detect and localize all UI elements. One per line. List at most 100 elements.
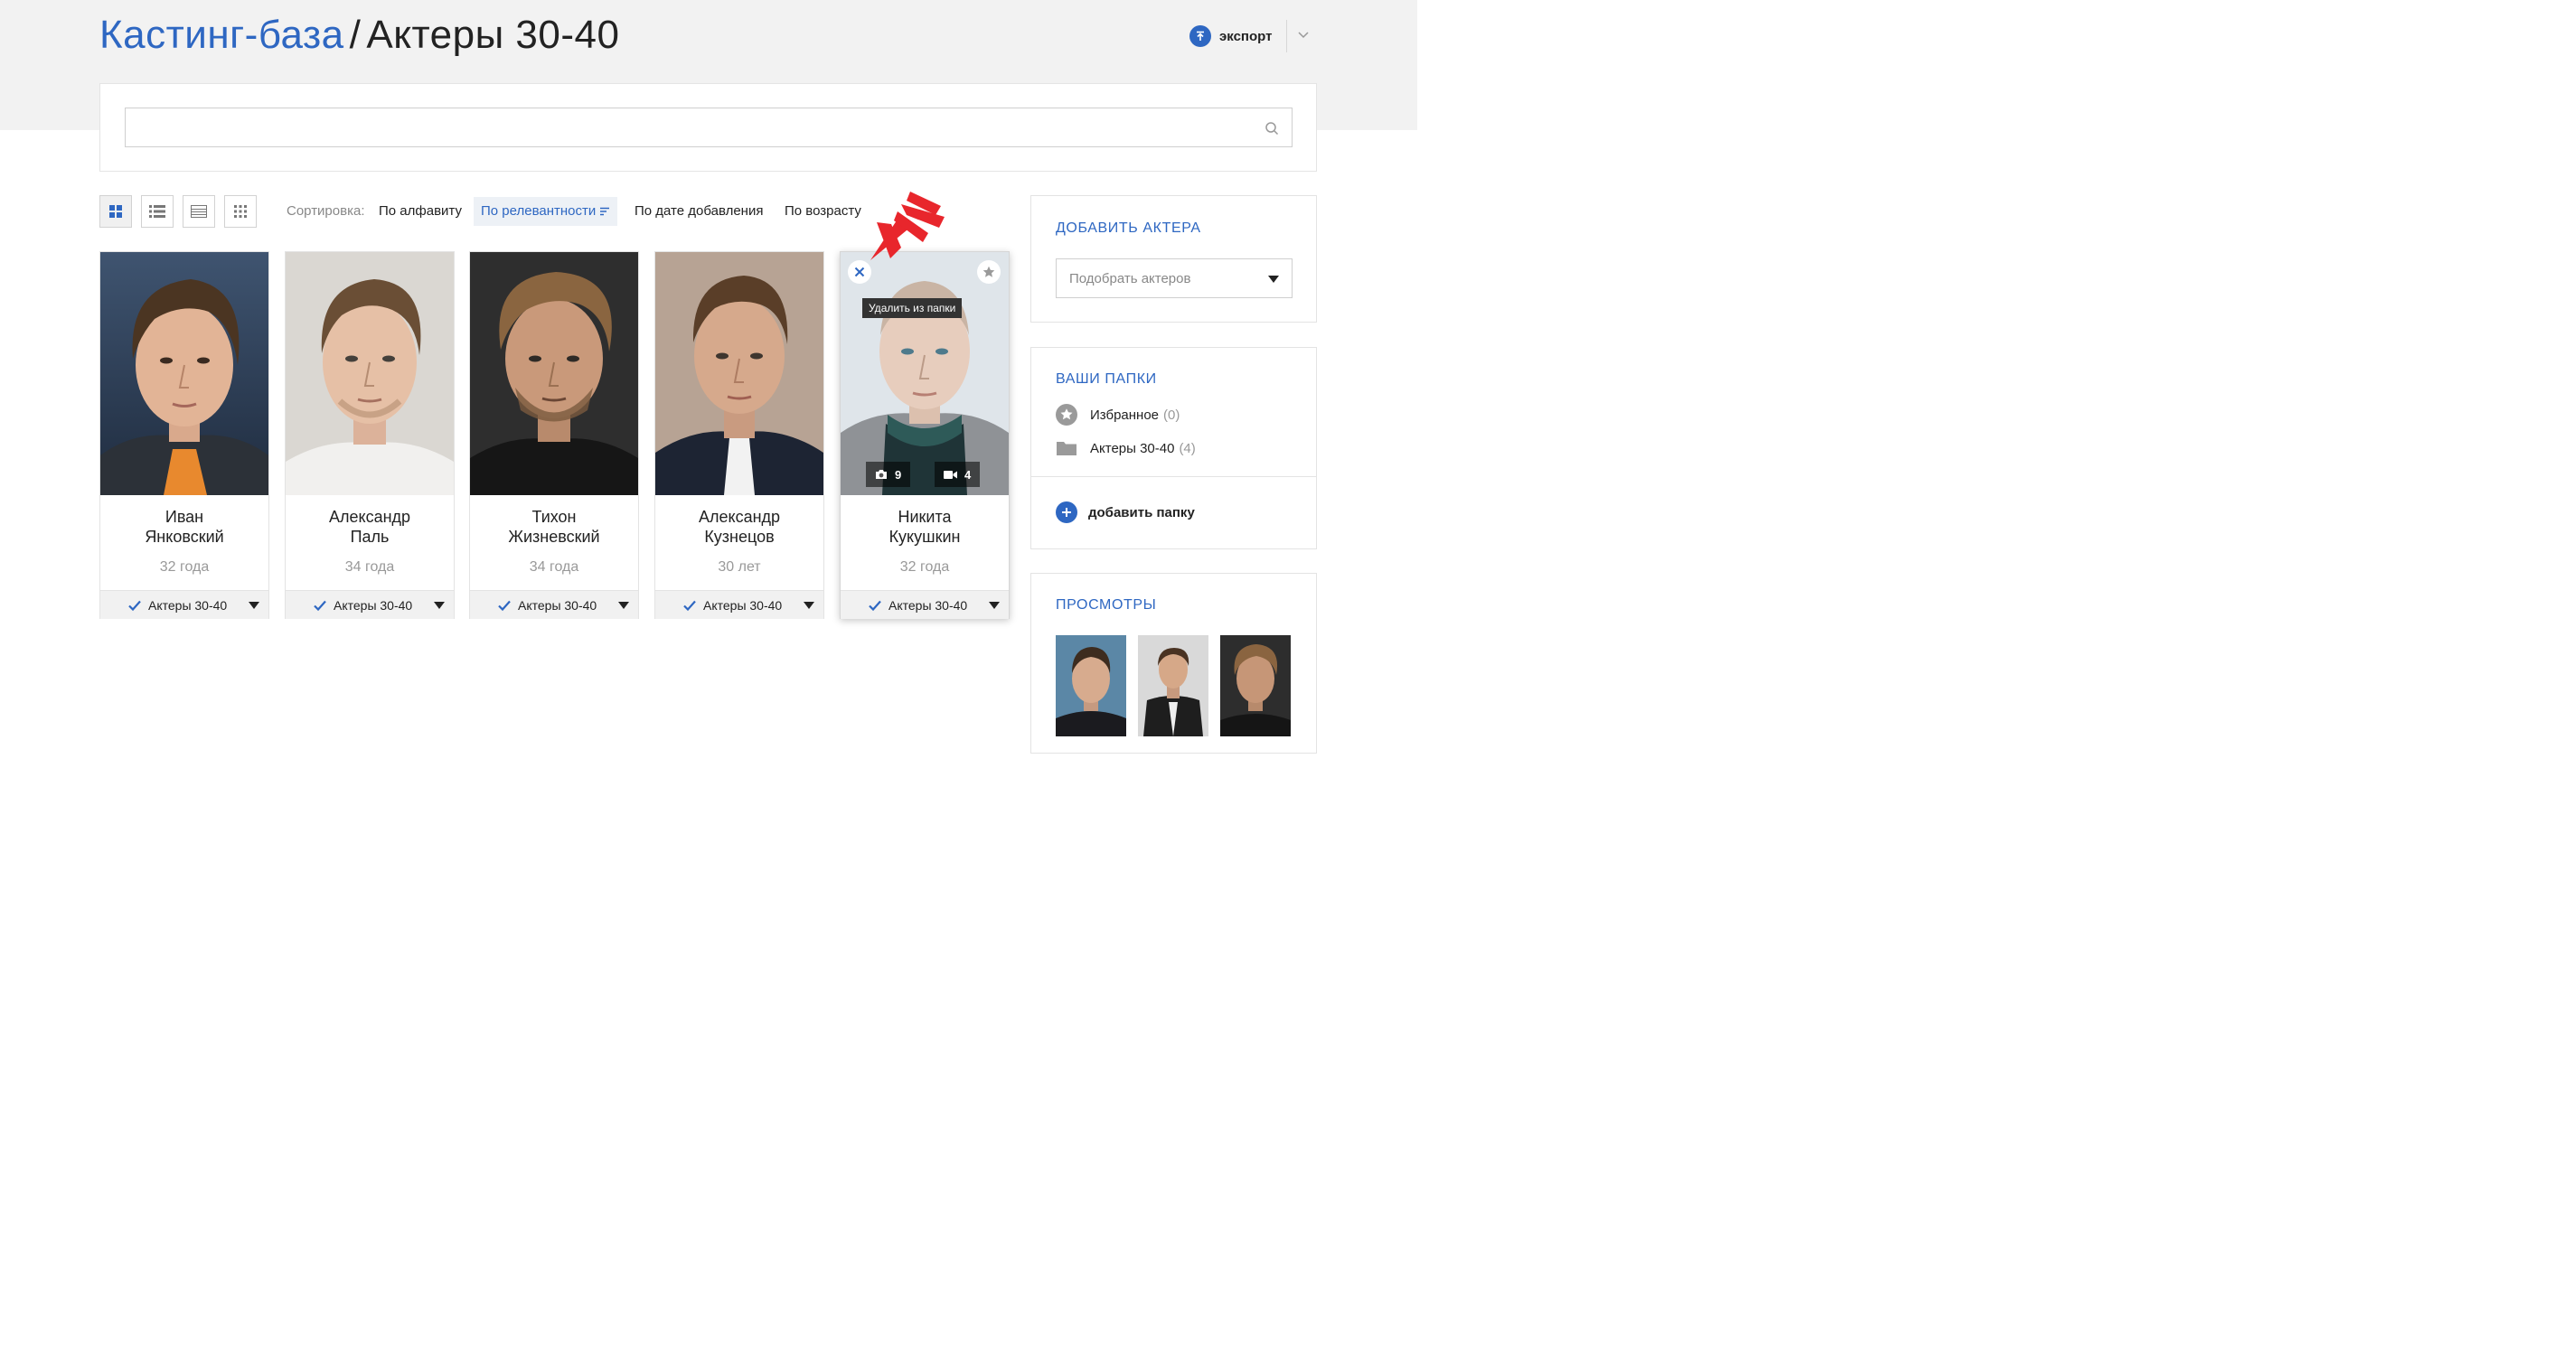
- check-icon: [314, 600, 326, 612]
- folder-select[interactable]: Актеры 30-40: [286, 590, 454, 619]
- viewed-actor-thumbnail[interactable]: [1056, 635, 1126, 736]
- check-icon: [869, 600, 881, 612]
- favorite-button[interactable]: [977, 260, 1001, 284]
- actor-photo[interactable]: [655, 252, 823, 495]
- grid-small-icon: [234, 205, 247, 218]
- export-button[interactable]: экспорт: [1189, 24, 1272, 48]
- add-actor-panel: ДОБАВИТЬ АКТЕРА Подобрать актеров: [1030, 195, 1317, 323]
- sort-relevance[interactable]: По релевантности: [474, 197, 618, 226]
- sort-date-added[interactable]: По дате добавления: [635, 197, 763, 226]
- actor-age: 34 года: [529, 559, 579, 575]
- caret-down-icon: [249, 602, 259, 609]
- check-icon: [498, 600, 511, 612]
- view-table-button[interactable]: [183, 195, 215, 228]
- breadcrumb-separator: /: [349, 13, 362, 57]
- folder-item-favorites[interactable]: Избранное (0): [1056, 403, 1180, 426]
- actor-photo[interactable]: [286, 252, 454, 495]
- caret-down-icon: [618, 602, 629, 609]
- folder-select[interactable]: Актеры 30-40: [655, 590, 823, 619]
- folder-label: Актеры 30-40: [1090, 440, 1175, 456]
- folder-count: (4): [1179, 440, 1196, 456]
- actor-age: 34 года: [344, 559, 395, 575]
- check-icon: [128, 600, 141, 612]
- folder-item-actors-30-40[interactable]: Актеры 30-40 (4): [1056, 436, 1196, 460]
- viewed-actor-thumbnail[interactable]: [1138, 635, 1208, 736]
- folder-count: (0): [1163, 407, 1180, 423]
- caret-down-icon: [1268, 276, 1279, 283]
- plus-icon: [1056, 501, 1077, 523]
- sort-age[interactable]: По возрасту: [785, 197, 861, 226]
- actor-age: 32 года: [159, 559, 210, 575]
- views-title: ПРОСМОТРЫ: [1056, 597, 1157, 613]
- actor-name[interactable]: Александр Паль: [286, 507, 454, 547]
- folder-label: Актеры 30-40: [703, 598, 783, 613]
- breadcrumb-current: Актеры 30-40: [366, 13, 620, 57]
- star-icon: [1056, 404, 1077, 426]
- table-icon: [191, 205, 207, 218]
- pick-actors-value: Подобрать актеров: [1069, 271, 1191, 286]
- folder-label: Актеры 30-40: [334, 598, 413, 613]
- actor-name[interactable]: Иван Янковский: [100, 507, 268, 547]
- caret-down-icon: [434, 602, 445, 609]
- page-title: Кастинг-база / Актеры 30-40: [99, 13, 619, 58]
- actor-card[interactable]: Тихон Жизневский 34 года Актеры 30-40: [469, 251, 639, 619]
- videos-count-badge[interactable]: 4: [935, 462, 981, 487]
- add-folder-label: добавить папку: [1088, 504, 1195, 520]
- caret-down-icon: [989, 602, 1000, 609]
- actor-photo[interactable]: [100, 252, 268, 495]
- breadcrumb-root[interactable]: Кастинг-база: [99, 13, 344, 57]
- list-icon: [149, 205, 165, 218]
- sort-label: Сортировка:: [287, 203, 365, 219]
- divider: [1031, 476, 1316, 477]
- sort-descending-icon: [600, 207, 610, 216]
- folder-select[interactable]: Актеры 30-40: [470, 590, 638, 619]
- photos-count: 9: [895, 467, 902, 482]
- views-panel: ПРОСМОТРЫ: [1030, 573, 1317, 754]
- sort-relevance-label: По релевантности: [481, 203, 597, 219]
- pick-actors-select[interactable]: Подобрать актеров: [1056, 258, 1293, 298]
- close-icon: [854, 267, 865, 277]
- actor-age: 32 года: [899, 559, 950, 575]
- add-folder-button[interactable]: добавить папку: [1056, 501, 1195, 523]
- videos-count: 4: [964, 467, 972, 482]
- actor-card-hovered[interactable]: Удалить из папки 9 4 Никита Кукушкин 32 г…: [840, 251, 1010, 619]
- star-icon: [982, 266, 995, 277]
- search-icon[interactable]: [1264, 121, 1279, 136]
- folder-label: Избранное: [1090, 407, 1160, 423]
- actor-name[interactable]: Тихон Жизневский: [470, 507, 638, 547]
- folders-title: ВАШИ ПАПКИ: [1056, 371, 1157, 387]
- export-label: экспорт: [1219, 28, 1273, 44]
- export-divider: [1286, 20, 1287, 52]
- folder-select[interactable]: Актеры 30-40: [100, 590, 268, 619]
- search-panel: [99, 83, 1317, 172]
- add-actor-title: ДОБАВИТЬ АКТЕРА: [1056, 220, 1201, 236]
- actor-card[interactable]: Александр Паль 34 года Актеры 30-40: [285, 251, 455, 619]
- view-grid-small-button[interactable]: [224, 195, 257, 228]
- actor-age: 30 лет: [718, 559, 761, 575]
- folder-icon: [1057, 442, 1076, 455]
- export-icon: [1189, 25, 1211, 47]
- red-arrow-annotation-icon: [870, 192, 945, 260]
- folder-label: Актеры 30-40: [518, 598, 597, 613]
- folder-label: Актеры 30-40: [148, 598, 228, 613]
- sort-alphabet[interactable]: По алфавиту: [379, 197, 462, 226]
- folders-panel: ВАШИ ПАПКИ Избранное (0) Актеры 30-40 (4…: [1030, 347, 1317, 549]
- actor-card[interactable]: Александр Кузнецов 30 лет Актеры 30-40: [654, 251, 824, 619]
- photos-count-badge[interactable]: 9: [866, 462, 911, 487]
- search-box: [125, 108, 1293, 147]
- view-list-button[interactable]: [141, 195, 174, 228]
- actor-photo[interactable]: [470, 252, 638, 495]
- camera-icon: [876, 470, 887, 479]
- search-input[interactable]: [126, 108, 1292, 146]
- folder-label: Актеры 30-40: [888, 598, 968, 613]
- actor-card[interactable]: Иван Янковский 32 года Актеры 30-40: [99, 251, 269, 619]
- actor-name[interactable]: Александр Кузнецов: [655, 507, 823, 547]
- viewed-actor-thumbnail[interactable]: [1220, 635, 1291, 736]
- actor-photo[interactable]: [841, 252, 1009, 495]
- actor-name[interactable]: Никита Кукушкин: [841, 507, 1009, 547]
- remove-from-folder-button[interactable]: [848, 260, 871, 284]
- view-grid-large-button[interactable]: [99, 195, 132, 228]
- check-icon: [683, 600, 696, 612]
- export-menu-chevron-down-icon[interactable]: [1296, 27, 1311, 42]
- folder-select[interactable]: Актеры 30-40: [841, 590, 1009, 619]
